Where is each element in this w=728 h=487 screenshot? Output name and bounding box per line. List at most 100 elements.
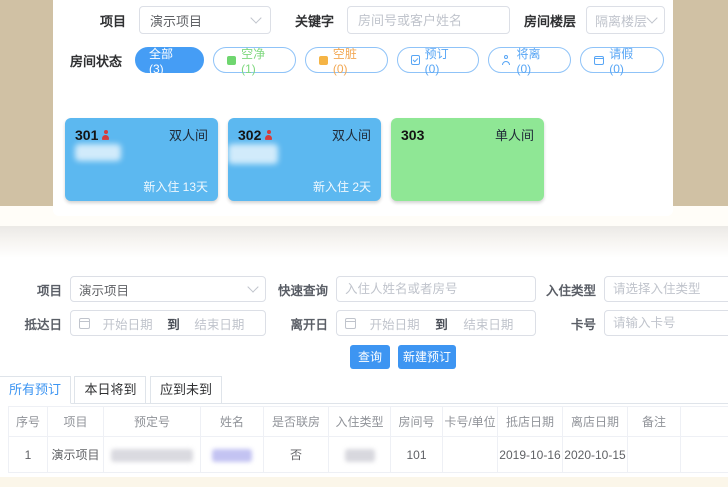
room-status-label: 房间状态	[70, 51, 122, 70]
room-card-header: 301 双人间	[75, 125, 208, 144]
cell-name	[201, 437, 264, 473]
cell-linked-room: 否	[264, 437, 329, 473]
col-stay-type: 入住类型	[329, 407, 391, 437]
right-margin-strip	[672, 0, 728, 206]
cell-arrival-date: 2019-10-16	[498, 437, 563, 473]
room-type: 单人间	[495, 125, 534, 144]
arrival-date-range[interactable]: 开始日期 到 结束日期	[70, 310, 266, 336]
guest-icon	[102, 130, 110, 140]
redacted-name	[212, 449, 252, 462]
tab-expected-not-arrived[interactable]: 应到未到	[150, 376, 222, 404]
chevron-down-icon	[646, 12, 657, 23]
cell-remark	[628, 437, 681, 473]
project-label: 项目	[100, 11, 126, 30]
stay-type-select[interactable]	[604, 276, 728, 302]
bookings-panel: 项目 演示项目 快速查询 入住类型 抵达日 开始日期 到 结束日期 离开日 开始…	[0, 258, 728, 487]
calendar-icon	[79, 318, 90, 329]
chevron-down-icon	[247, 281, 258, 292]
floor-select-placeholder: 隔离楼层	[595, 11, 647, 30]
col-filler	[681, 407, 728, 437]
cell-room-no: 101	[391, 437, 443, 473]
floor-select[interactable]: 隔离楼层	[586, 6, 665, 34]
col-project: 项目	[48, 407, 104, 437]
keyword-label: 关键字	[295, 11, 334, 30]
top-filter-row: 项目 演示项目 关键字 房间楼层 隔离楼层	[53, 6, 673, 34]
cell-departure-date: 2020-10-15	[563, 437, 628, 473]
guest-icon	[265, 130, 273, 140]
redacted-guest-name	[228, 144, 278, 164]
status-chip-departing[interactable]: 将离 (0)	[488, 47, 571, 73]
floor-label: 房间楼层	[524, 11, 576, 30]
end-date-placeholder: 结束日期	[450, 314, 527, 333]
booking-tabs: 所有预订 本日将到 应到未到	[0, 376, 728, 404]
cell-project: 演示项目	[48, 437, 104, 473]
search-button[interactable]: 查询	[350, 345, 390, 369]
col-index: 序号	[9, 407, 48, 437]
project-select-value: 演示项目	[150, 11, 202, 30]
date-range-separator: 到	[433, 314, 450, 333]
clean-swatch-icon	[227, 56, 236, 65]
col-name: 姓名	[201, 407, 264, 437]
departure-date-range[interactable]: 开始日期 到 结束日期	[336, 310, 536, 336]
panel-divider-shadow	[0, 226, 728, 258]
stay-type-label: 入住类型	[536, 280, 596, 299]
col-departure-date: 离店日期	[563, 407, 628, 437]
redacted-booking-no	[111, 449, 193, 462]
col-card-unit: 卡号/单位	[443, 407, 498, 437]
tab-arriving-today[interactable]: 本日将到	[74, 376, 146, 404]
room-number: 301	[75, 127, 98, 143]
left-margin-strip	[0, 0, 53, 206]
card-no-input[interactable]	[604, 310, 728, 336]
booking-filter-row-1: 项目 演示项目 快速查询 入住类型	[0, 276, 728, 302]
person-icon	[502, 55, 511, 65]
status-chip-clean[interactable]: 空净 (1)	[213, 47, 296, 73]
start-date-placeholder: 开始日期	[356, 314, 433, 333]
room-card-301[interactable]: 301 双人间 新入住 13天	[65, 118, 218, 201]
room-cards-row: 301 双人间 新入住 13天 302 双人间 新入住 2天 303	[53, 118, 673, 201]
table-header-row: 序号 项目 预定号 姓名 是否联房 入住类型 房间号 卡号/单位 抵店日期 离店…	[9, 407, 728, 437]
bookings-table-wrap: 序号 项目 预定号 姓名 是否联房 入住类型 房间号 卡号/单位 抵店日期 离店…	[8, 406, 728, 473]
room-status-panel: 项目 演示项目 关键字 房间楼层 隔离楼层 房间状态 全部 (3) 空净 (1)	[53, 0, 673, 216]
col-booking-no: 预定号	[104, 407, 201, 437]
calendar-icon	[594, 56, 604, 65]
dirty-swatch-icon	[319, 56, 328, 65]
quick-search-input[interactable]	[336, 276, 536, 302]
arrival-date-label: 抵达日	[0, 314, 62, 333]
project-select[interactable]: 演示项目	[70, 276, 266, 302]
card-no-label: 卡号	[536, 314, 596, 333]
status-chip-booked[interactable]: 预订 (0)	[397, 47, 480, 73]
calendar-icon	[345, 318, 356, 329]
status-chip-label: 请假 (0)	[609, 45, 650, 76]
col-remark: 备注	[628, 407, 681, 437]
status-chip-all[interactable]: 全部 (3)	[135, 47, 204, 73]
col-linked-room: 是否联房	[264, 407, 329, 437]
project-select[interactable]: 演示项目	[139, 6, 271, 34]
bottom-cream-strip	[0, 477, 728, 487]
project-select-value: 演示项目	[79, 280, 129, 299]
quick-search-label: 快速查询	[266, 280, 328, 299]
tab-all-bookings[interactable]: 所有预订	[0, 376, 71, 404]
status-chip-label: 预订 (0)	[425, 45, 466, 76]
room-number: 302	[238, 127, 261, 143]
start-date-placeholder: 开始日期	[90, 314, 165, 333]
room-type: 双人间	[332, 125, 371, 144]
room-number: 303	[401, 127, 424, 143]
cell-filler	[681, 437, 728, 473]
room-card-header: 302 双人间	[238, 125, 371, 144]
room-stay-info: 新入住 2天	[313, 178, 371, 195]
room-card-302[interactable]: 302 双人间 新入住 2天	[228, 118, 381, 201]
status-chip-dirty[interactable]: 空脏 (0)	[305, 47, 388, 73]
new-booking-button[interactable]: 新建预订	[398, 345, 456, 369]
keyword-input[interactable]	[347, 6, 510, 34]
cell-stay-type	[329, 437, 391, 473]
bookings-table: 序号 项目 预定号 姓名 是否联房 入住类型 房间号 卡号/单位 抵店日期 离店…	[8, 406, 728, 473]
booking-filter-row-2: 抵达日 开始日期 到 结束日期 离开日 开始日期 到 结束日期 卡号	[0, 310, 728, 336]
room-type: 双人间	[169, 125, 208, 144]
room-card-303[interactable]: 303 单人间	[391, 118, 544, 201]
room-card-header: 303 单人间	[401, 125, 534, 144]
cell-index: 1	[9, 437, 48, 473]
project-label: 项目	[0, 280, 62, 299]
booking-actions: 查询 新建预订	[0, 345, 728, 369]
redacted-stay-type	[345, 449, 375, 462]
status-chip-leave[interactable]: 请假 (0)	[580, 47, 664, 73]
